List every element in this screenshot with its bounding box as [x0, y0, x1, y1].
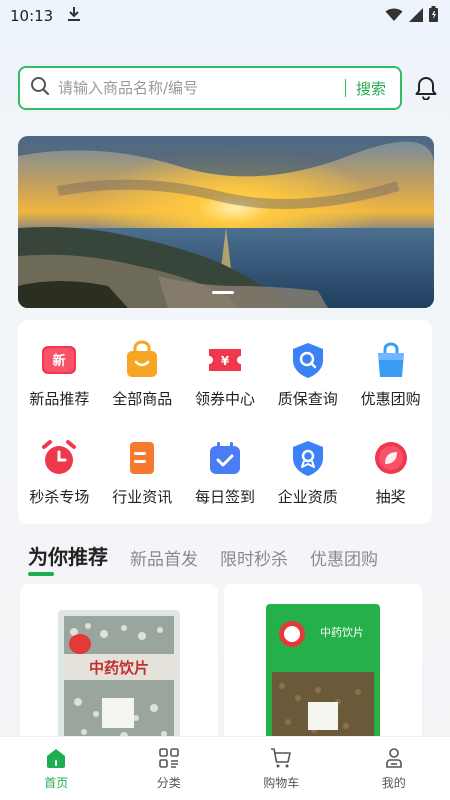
status-time: 10:13 [10, 7, 54, 25]
category-label: 抽奖 [375, 488, 406, 506]
status-bar: 10:13 [0, 0, 450, 32]
battery-icon [429, 6, 438, 26]
nav-home[interactable]: 首页 [16, 746, 96, 791]
search-button[interactable]: 搜索 [356, 78, 390, 99]
category-lottery[interactable]: 抽奖 [349, 438, 432, 524]
download-icon [67, 6, 81, 26]
product-image: 中药饮片 [266, 604, 380, 744]
category-label: 企业资质 [277, 488, 338, 506]
nav-label: 分类 [156, 776, 181, 790]
home-icon [47, 749, 66, 768]
tab-group-buy[interactable]: 优惠团购 [310, 545, 378, 578]
nav-cart[interactable]: 购物车 [241, 746, 321, 791]
quality-search-shield-icon [292, 343, 323, 378]
tab-new-releases[interactable]: 新品首发 [130, 545, 198, 578]
bottom-navigation: 首页 分类 购物车 我的 [0, 736, 450, 800]
category-group-buy[interactable]: 优惠团购 [349, 340, 432, 426]
recommendation-tabs: 为你推荐 新品首发 限时秒杀 优惠团购 [28, 538, 428, 578]
search-icon [30, 76, 50, 100]
nav-label: 购物车 [263, 776, 300, 790]
category-label: 全部商品 [112, 390, 173, 408]
category-label: 质保查询 [277, 390, 338, 408]
category-all-products[interactable]: 全部商品 [101, 340, 184, 426]
nav-label: 首页 [44, 776, 69, 790]
notification-bell-icon[interactable] [414, 76, 438, 100]
nav-profile[interactable]: 我的 [354, 746, 434, 791]
category-label: 优惠团购 [360, 390, 421, 408]
search-row: 搜索 [18, 66, 438, 110]
product-card[interactable]: 中药饮片 [224, 584, 422, 744]
alarm-clock-icon [42, 440, 77, 474]
svg-text:¥: ¥ [221, 354, 230, 368]
product-list: 中药饮片 中药饮片 [20, 584, 430, 744]
news-document-icon [130, 442, 155, 474]
coupon-icon: ¥ [208, 349, 241, 371]
wifi-icon [385, 7, 403, 26]
category-label: 每日签到 [194, 488, 255, 506]
banner-image [18, 136, 434, 308]
carousel-indicator [212, 291, 234, 294]
product-card[interactable]: 中药饮片 [20, 584, 218, 744]
category-grid: 新 新品推荐 全部商品 ¥ 领券中心 质保查询 优惠团购 秒杀专场 行业资讯 每… [18, 320, 432, 524]
banner-carousel[interactable] [18, 136, 434, 308]
tab-flash-sale[interactable]: 限时秒杀 [220, 545, 288, 578]
product-package-text: 中药饮片 [89, 659, 149, 677]
lottery-icon [374, 442, 407, 474]
new-products-icon: 新 [42, 346, 77, 374]
svg-text:新: 新 [53, 353, 66, 369]
category-quality-query[interactable]: 质保查询 [266, 340, 349, 426]
profile-icon [385, 748, 402, 768]
category-icon [158, 748, 179, 768]
search-box: 搜索 [18, 66, 402, 110]
group-buy-bag-icon [377, 342, 404, 377]
category-daily-checkin[interactable]: 每日签到 [184, 438, 267, 524]
certificate-shield-icon [292, 441, 323, 476]
product-package-text: 中药饮片 [320, 626, 364, 639]
category-label: 行业资讯 [112, 488, 173, 506]
category-label: 新品推荐 [29, 390, 90, 408]
category-company-credentials[interactable]: 企业资质 [266, 438, 349, 524]
shopping-bag-icon [127, 340, 158, 377]
cart-icon [271, 748, 292, 768]
signal-icon [409, 7, 423, 26]
category-new-products[interactable]: 新 新品推荐 [18, 340, 101, 426]
search-divider [344, 79, 346, 97]
nav-category[interactable]: 分类 [129, 746, 209, 791]
nav-label: 我的 [381, 776, 406, 790]
category-label: 领券中心 [194, 390, 255, 408]
search-input[interactable] [58, 79, 335, 97]
category-coupon-center[interactable]: ¥ 领券中心 [184, 340, 267, 426]
category-industry-news[interactable]: 行业资讯 [101, 438, 184, 524]
calendar-checkin-icon [209, 442, 240, 474]
category-flash-sale[interactable]: 秒杀专场 [18, 438, 101, 524]
active-tab-indicator [28, 572, 54, 576]
category-label: 秒杀专场 [29, 488, 90, 506]
product-image: 中药饮片 [58, 610, 180, 744]
